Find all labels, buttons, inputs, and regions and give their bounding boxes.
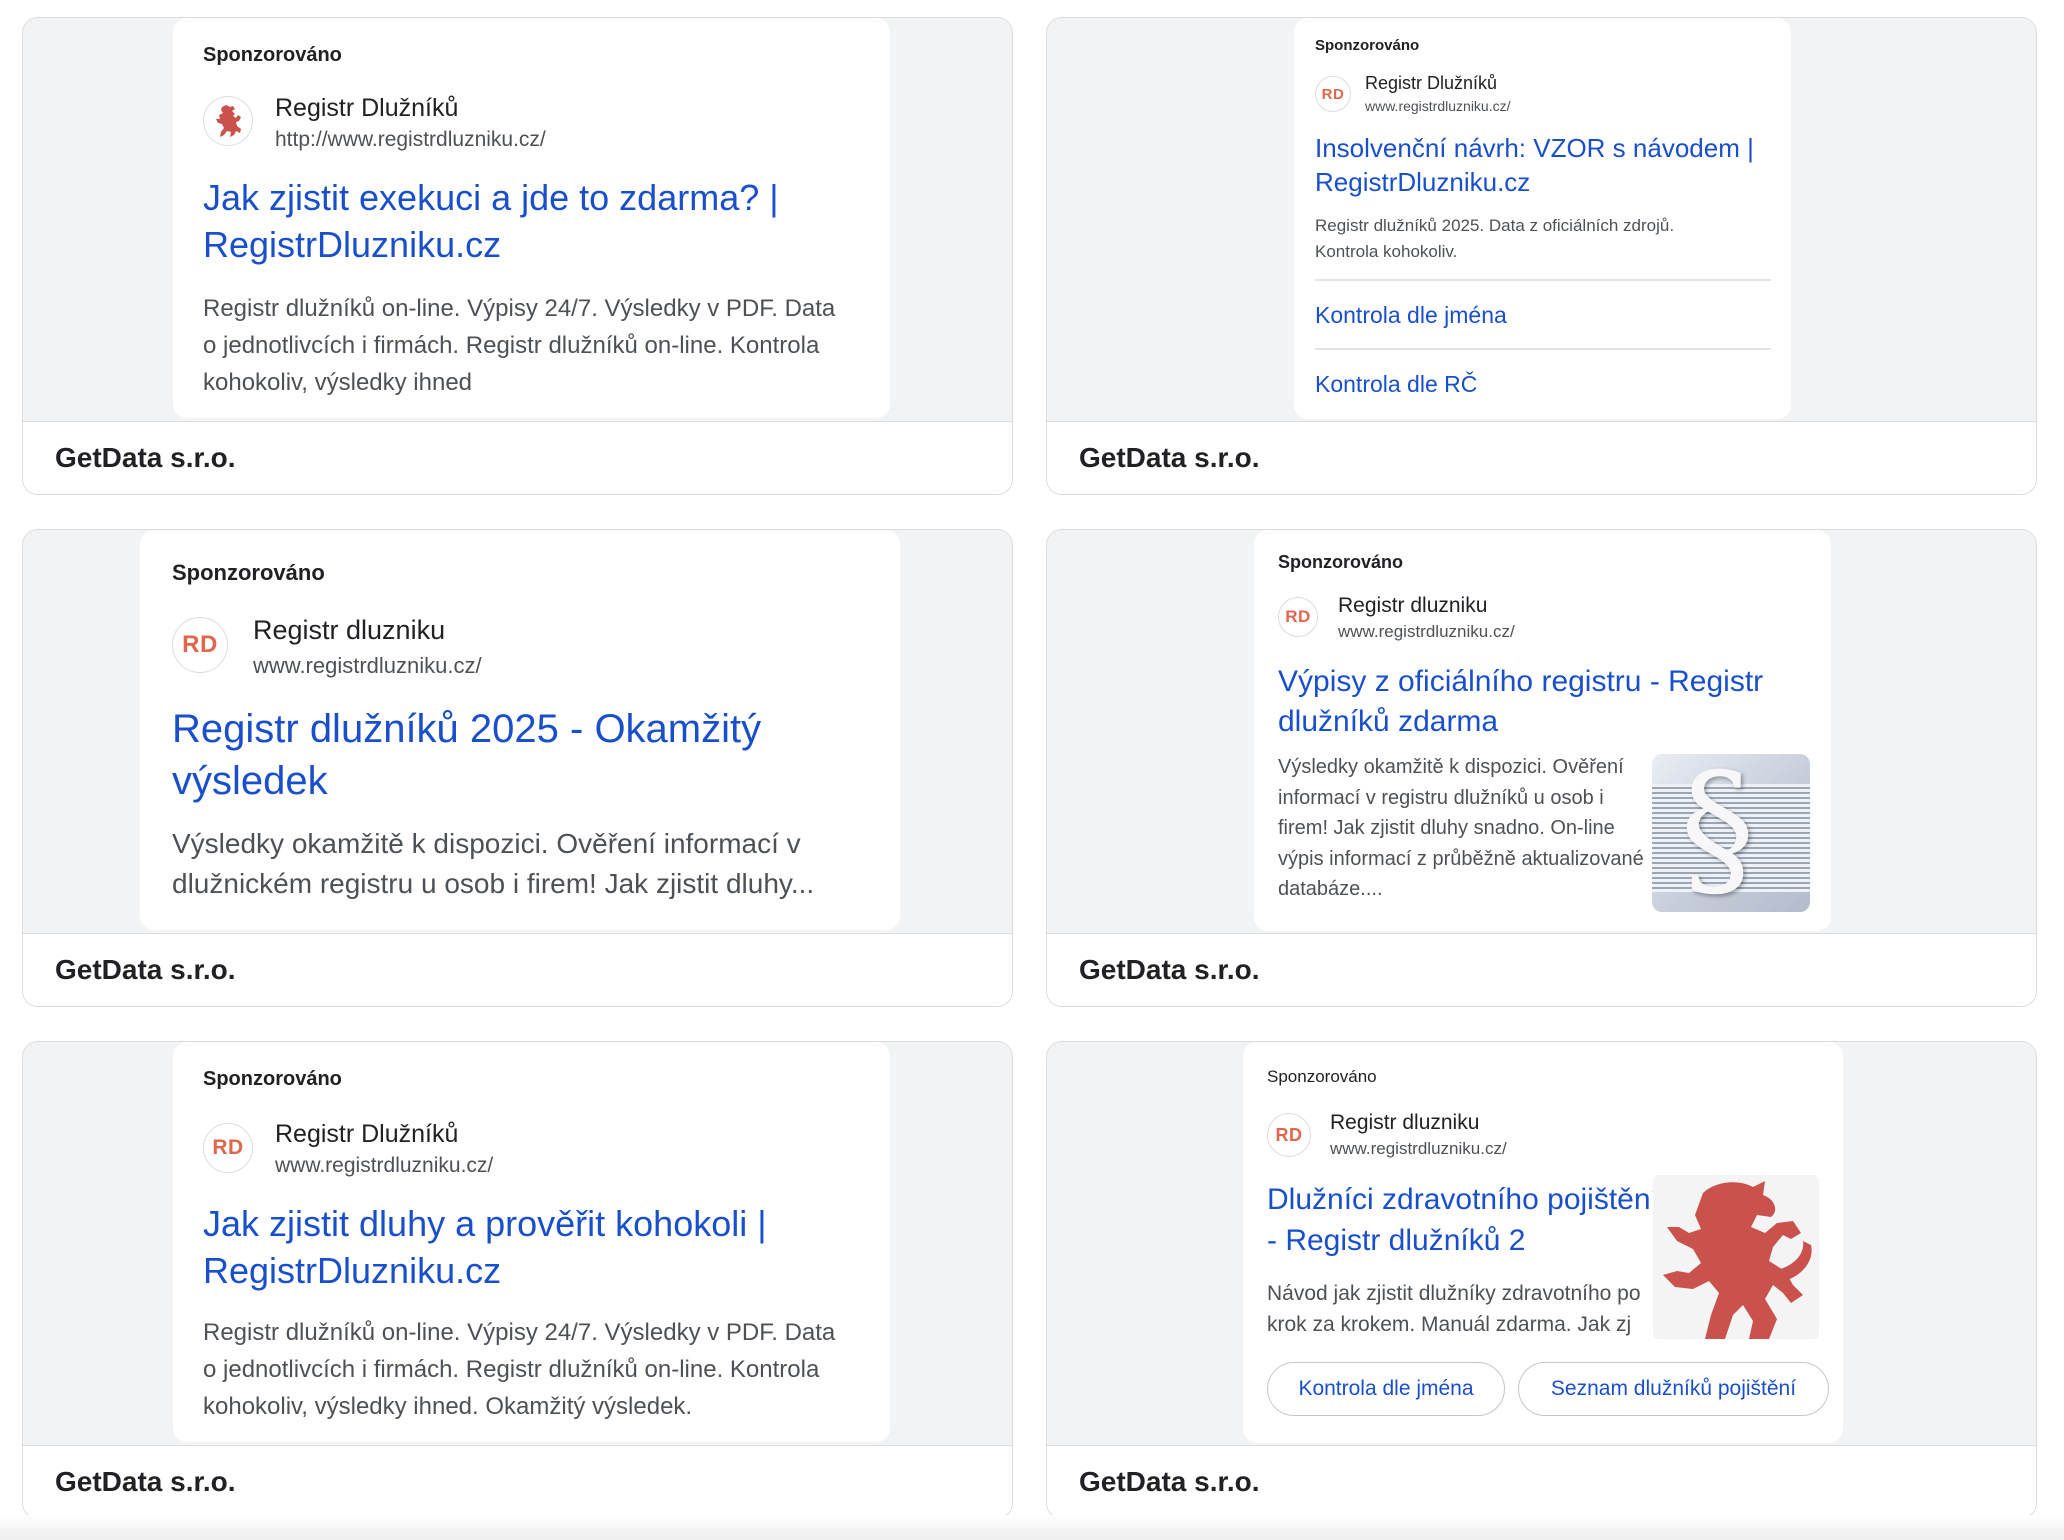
ad-preview-card[interactable]: Sponzorováno Registr Dlužníků http://www… [22, 17, 1013, 495]
sponsored-label: Sponzorováno [1315, 37, 1420, 54]
paragraph-symbol: § [1680, 754, 1755, 912]
display-url: www.registrdluzniku.cz/ [1338, 622, 1515, 641]
ad-creative[interactable]: Sponzorováno RD Registr Dlužníků www.reg… [173, 1042, 890, 1442]
sitelink-rc-check[interactable]: Kontrola dle RČ [1315, 371, 1477, 398]
display-url: www.registrdluzniku.cz/ [253, 653, 482, 678]
advertiser-site-name: Registr dluzniku [253, 615, 446, 645]
sponsored-label: Sponzorováno [1267, 1067, 1377, 1086]
sponsored-label: Sponzorováno [1278, 552, 1403, 572]
ad-preview-area: Sponzorováno RD Registr dluzniku www.reg… [23, 530, 1012, 931]
rd-logo-text: RD [212, 1136, 244, 1159]
advertiser-site-name: Registr Dlužníků [275, 94, 459, 122]
ad-headline[interactable]: Registr dlužníků 2025 - Okamžitý výslede… [172, 703, 852, 807]
divider [1315, 348, 1771, 350]
ad-preview-area: Sponzorováno RD Registr dluzniku www.reg… [1047, 1042, 2036, 1443]
divider [1315, 279, 1771, 281]
ad-description: Registr dlužníků 2025. Data z oficiálníc… [1315, 216, 1675, 261]
advertiser-logo: RD [172, 617, 228, 673]
ad-headline[interactable]: Jak zjistit exekuci a jde to zdarma? | R… [203, 174, 843, 268]
sponsored-label: Sponzorováno [203, 44, 342, 66]
ad-description: Registr dlužníků on-line. Výpisy 24/7. V… [203, 1319, 836, 1420]
advertiser-name: GetData s.r.o. [23, 1445, 1012, 1518]
display-url: www.registrdluzniku.cz/ [1365, 98, 1511, 114]
ad-headline[interactable]: Insolvenční návrh: VZOR s návodem | Regi… [1315, 131, 1775, 199]
advertiser-name: GetData s.r.o. [1047, 933, 2036, 1006]
advertiser-site-name: Registr dluzniku [1338, 594, 1488, 617]
rd-logo-text: RD [1275, 1124, 1303, 1145]
display-url: www.registrdluzniku.cz/ [1330, 1139, 1507, 1158]
rd-logo-text: RD [182, 631, 218, 658]
lion-icon [1653, 1175, 1819, 1339]
sponsored-label: Sponzorováno [172, 560, 325, 585]
ad-creative[interactable]: Sponzorováno RD Registr dluzniku www.reg… [1254, 530, 1831, 931]
ad-preview-area: Sponzorováno RD Registr Dlužníků www.reg… [1047, 18, 2036, 419]
lion-icon [216, 105, 241, 137]
ad-preview-card[interactable]: Sponzorováno RD Registr dluzniku www.reg… [1046, 529, 2037, 1007]
advertiser-site-name: Registr Dlužníků [275, 1120, 459, 1148]
display-url: http://www.registrdluzniku.cz/ [275, 128, 546, 151]
advertiser-name: GetData s.r.o. [1047, 421, 2036, 494]
ad-description: Návod jak zjistit dlužníky zdravotního p… [1267, 1282, 1641, 1336]
ad-preview-card[interactable]: Sponzorováno RD Registr Dlužníků www.reg… [22, 1041, 1013, 1519]
ad-description: Výsledky okamžitě k dispozici. Ověření i… [1278, 756, 1644, 900]
advertiser-name: GetData s.r.o. [1047, 1445, 2036, 1518]
chip-insurance-debtors[interactable]: Seznam dlužníků pojištění [1518, 1362, 1829, 1416]
ad-creative[interactable]: Sponzorováno RD Registr Dlužníků www.reg… [1294, 18, 1791, 419]
rd-logo-text: RD [1321, 85, 1345, 103]
advertiser-logo: RD [1267, 1113, 1311, 1157]
display-url: www.registrdluzniku.cz/ [275, 1154, 494, 1177]
ad-creative[interactable]: Sponzorováno Registr Dlužníků http://www… [173, 18, 890, 418]
ad-preview-area: Sponzorováno Registr Dlužníků http://www… [23, 18, 1012, 419]
ad-description: Výsledky okamžitě k dispozici. Ověření i… [172, 828, 815, 899]
page-bottom-shade [0, 1515, 2064, 1540]
advertiser-name: GetData s.r.o. [23, 933, 1012, 1006]
ad-preview-area: Sponzorováno RD Registr dluzniku www.reg… [1047, 530, 2036, 931]
ad-creative[interactable]: Sponzorováno RD Registr dluzniku www.reg… [140, 530, 900, 930]
ad-preview-card[interactable]: Sponzorováno RD Registr dluzniku www.reg… [1046, 1041, 2037, 1519]
ad-creative[interactable]: Sponzorováno RD Registr dluzniku www.reg… [1243, 1042, 1843, 1443]
rd-logo-text: RD [1285, 607, 1311, 626]
sponsored-label: Sponzorováno [203, 1068, 342, 1090]
advertiser-site-name: Registr Dlužníků [1365, 73, 1498, 93]
chip-name-check[interactable]: Kontrola dle jména [1267, 1362, 1505, 1416]
advertiser-logo [203, 96, 253, 146]
advertiser-site-name: Registr dluzniku [1330, 1111, 1480, 1134]
advertiser-logo: RD [1315, 76, 1351, 112]
ad-headline[interactable]: Dlužníci zdravotního pojištění - Registr… [1267, 1179, 1667, 1263]
ad-preview-card[interactable]: Sponzorováno RD Registr Dlužníků www.reg… [1046, 17, 2037, 495]
advertiser-logo: RD [1278, 597, 1318, 637]
paragraph-documents-icon: § [1652, 754, 1810, 912]
sitelink-name-check[interactable]: Kontrola dle jména [1315, 302, 1507, 329]
advertiser-name: GetData s.r.o. [23, 421, 1012, 494]
ad-headline[interactable]: Výpisy z oficiálního registru - Registr … [1278, 662, 1818, 742]
advertiser-logo: RD [203, 1123, 253, 1173]
ad-description: Registr dlužníků on-line. Výpisy 24/7. V… [203, 295, 836, 396]
ad-headline[interactable]: Jak zjistit dluhy a prověřit kohokoli | … [203, 1200, 843, 1294]
ad-preview-card[interactable]: Sponzorováno RD Registr dluzniku www.reg… [22, 529, 1013, 1007]
ad-preview-area: Sponzorováno RD Registr Dlužníků www.reg… [23, 1042, 1012, 1443]
